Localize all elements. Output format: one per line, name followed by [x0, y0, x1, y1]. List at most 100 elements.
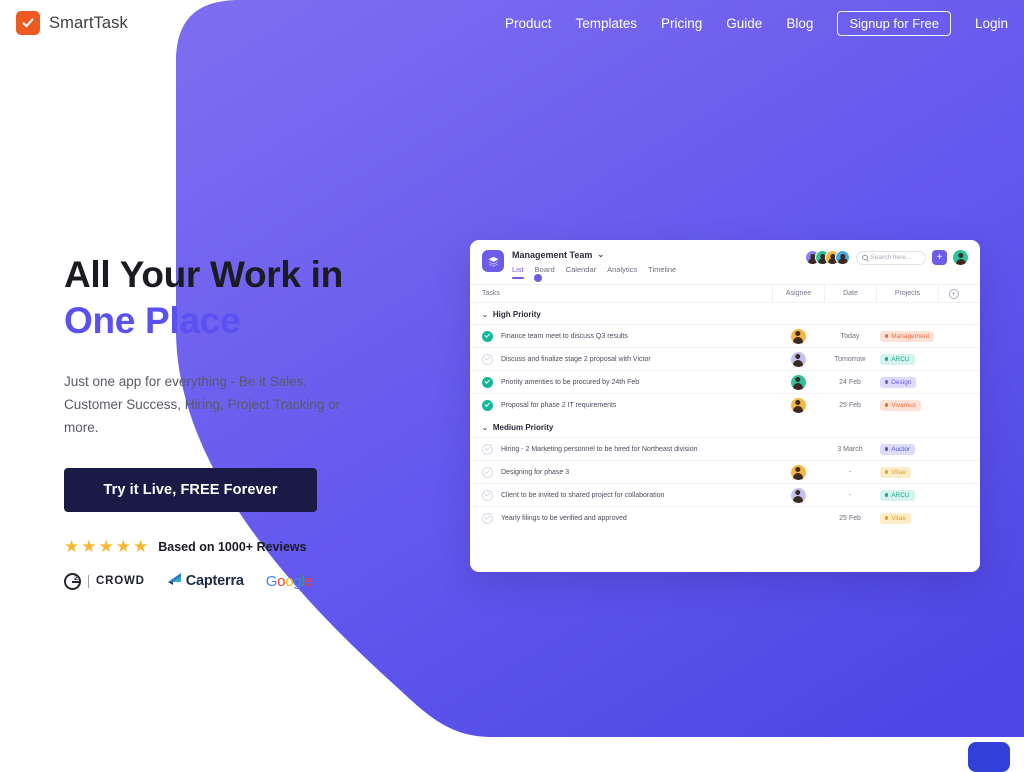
hero-subtitle: Just one app for everything - Be it Sale…	[64, 373, 341, 436]
capterra-wordmark: Capterra	[185, 573, 244, 590]
project-cell[interactable]: Vitae	[876, 512, 938, 524]
avatar	[790, 487, 806, 503]
task-checkbox-checked[interactable]	[482, 376, 493, 388]
tab-timeline[interactable]: Timeline	[648, 265, 676, 274]
google-letter-g1: G	[265, 572, 278, 590]
project-cell[interactable]: Auctor	[876, 443, 938, 455]
g2-wordmark: CROWD	[96, 575, 145, 588]
table-row[interactable]: Client to be invited to shared project f…	[470, 483, 980, 506]
product-screenshot-card: Management Team ⌄ List Board Calendar An…	[470, 240, 980, 572]
assignee-cell[interactable]	[772, 328, 824, 344]
rating-row: ★ ★ ★ ★ ★ Based on 1000+ Reviews	[64, 538, 434, 555]
assignee-cell[interactable]	[772, 351, 824, 367]
task-checkbox-checked[interactable]	[482, 399, 493, 411]
main-nav: Product Templates Pricing Guide Blog Sig…	[505, 10, 1008, 36]
add-task-button[interactable]: +	[932, 250, 947, 265]
table-row[interactable]: Hiring - 2 Marketing personnel to be hir…	[470, 437, 980, 460]
date-cell[interactable]: -	[824, 492, 876, 499]
task-title: Discuss and finalize stage 2 proposal wi…	[501, 355, 651, 363]
group-title-text: High Priority	[492, 310, 541, 319]
date-cell[interactable]: 3 March	[824, 446, 876, 453]
rating-text: Based on 1000+ Reviews	[158, 539, 307, 554]
workspace-name: Management Team	[512, 250, 593, 260]
nav-item-pricing[interactable]: Pricing	[661, 16, 702, 31]
assignee-cell[interactable]	[772, 397, 824, 413]
task-checkbox-unchecked[interactable]	[482, 353, 493, 365]
task-title: Yearly filings to be verified and approv…	[501, 514, 627, 522]
chevron-down-icon: ⌄	[482, 311, 488, 319]
project-tag: Design	[880, 376, 917, 388]
login-link[interactable]: Login	[975, 16, 1008, 31]
assignee-cell[interactable]	[772, 374, 824, 390]
g2-icon: 2	[64, 572, 81, 590]
table-row[interactable]: Proposal for phase 2 IT requirements 25 …	[470, 393, 980, 416]
nav-item-guide[interactable]: Guide	[726, 16, 762, 31]
signup-button[interactable]: Signup for Free	[837, 10, 951, 36]
column-header-tasks: Tasks	[482, 290, 500, 297]
active-tab-indicator	[512, 277, 524, 279]
date-cell[interactable]: -	[824, 469, 876, 476]
review-platform-logos: 2 CROWD Capterra Google	[64, 571, 434, 591]
chat-widget-button[interactable]	[968, 742, 1010, 772]
project-cell[interactable]: Design	[876, 376, 938, 388]
heading-line-2: One Place	[64, 299, 241, 341]
table-row[interactable]: Discuss and finalize stage 2 proposal wi…	[470, 347, 980, 370]
g2-superscript: 2	[74, 574, 78, 582]
layers-icon	[482, 250, 504, 272]
date-cell[interactable]: Tomorrow	[824, 356, 876, 363]
google-logo: Google	[266, 573, 313, 590]
avatar[interactable]	[835, 250, 850, 265]
plus-circle-icon[interactable]: +	[948, 288, 959, 299]
project-tag: Auctor	[880, 443, 915, 455]
task-title: Finance team meet to discuss Q3 results	[501, 332, 628, 340]
task-checkbox-checked[interactable]	[482, 330, 493, 342]
app-header-actions: Search here... +	[805, 250, 968, 265]
avatar	[790, 464, 806, 480]
chevron-down-icon: ⌄	[482, 424, 488, 432]
project-cell[interactable]: ARCU	[876, 353, 938, 365]
task-title: Designing for phase 3	[501, 468, 570, 476]
task-checkbox-unchecked[interactable]	[482, 489, 493, 501]
nav-item-blog[interactable]: Blog	[786, 16, 813, 31]
project-cell[interactable]: Management	[876, 330, 938, 342]
table-row[interactable]: Finance team meet to discuss Q3 results …	[470, 324, 980, 347]
nav-item-product[interactable]: Product	[505, 16, 552, 31]
top-navigation-bar: SmartTask Product Templates Pricing Guid…	[0, 0, 1024, 46]
task-checkbox-unchecked[interactable]	[482, 466, 493, 478]
project-tag: Management	[880, 330, 935, 342]
search-input[interactable]: Search here...	[856, 250, 926, 265]
project-cell[interactable]: Vivamus	[876, 399, 938, 411]
brand-name: SmartTask	[49, 13, 128, 32]
capterra-logo: Capterra	[167, 571, 244, 591]
tab-list[interactable]: List	[512, 265, 524, 274]
workspace-selector[interactable]: Management Team ⌄	[512, 250, 676, 260]
project-cell[interactable]: Vitae	[876, 466, 938, 478]
tab-calendar[interactable]: Calendar	[566, 265, 596, 274]
try-it-live-button[interactable]: Try it Live, FREE Forever	[64, 468, 317, 513]
assignee-cell[interactable]	[772, 487, 824, 503]
date-cell[interactable]: 25 Feb	[824, 402, 876, 409]
g2-crowd-logo: 2 CROWD	[64, 572, 145, 590]
current-user-avatar[interactable]	[953, 250, 968, 265]
table-row[interactable]: Priority amenties to be procured by 24th…	[470, 370, 980, 393]
heading-line-1: All Your Work in	[64, 254, 343, 295]
task-checkbox-unchecked[interactable]	[482, 443, 493, 455]
date-cell[interactable]: 25 Feb	[824, 515, 876, 522]
tab-board[interactable]: Board	[535, 265, 555, 274]
date-cell[interactable]: 24 Feb	[824, 379, 876, 386]
brand-logo[interactable]: SmartTask	[16, 11, 128, 35]
avatar	[790, 351, 806, 367]
group-header-medium-priority[interactable]: ⌄ Medium Priority	[470, 416, 980, 437]
task-title: Client to be invited to shared project f…	[501, 491, 665, 499]
group-header-high-priority[interactable]: ⌄ High Priority	[470, 303, 980, 324]
task-checkbox-unchecked[interactable]	[482, 512, 493, 524]
table-row[interactable]: Designing for phase 3 - Vitae	[470, 460, 980, 483]
tab-analytics[interactable]: Analytics	[607, 265, 637, 274]
date-cell[interactable]: Today	[824, 333, 876, 340]
group-title-text: Medium Priority	[492, 423, 554, 432]
nav-item-templates[interactable]: Templates	[575, 16, 637, 31]
assignee-cell[interactable]	[772, 464, 824, 480]
table-row[interactable]: Yearly filings to be verified and approv…	[470, 506, 980, 529]
avatar	[790, 328, 806, 344]
project-cell[interactable]: ARCU	[876, 489, 938, 501]
